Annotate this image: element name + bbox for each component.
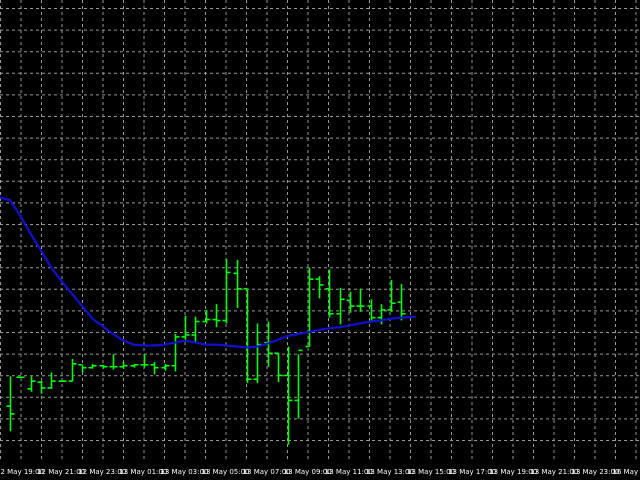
- time-axis: 12 May 19:0012 May 21:0012 May 23:0013 M…: [0, 468, 640, 476]
- price-chart[interactable]: 12 May 19:00 12 May 21:00 12 May 23:00 13 M…: [0, 0, 640, 480]
- chart-background: [0, 0, 640, 480]
- price-chart-svg: 12 May 19:0012 May 21:0012 May 23:0013 M…: [0, 0, 640, 480]
- x-tick-label: 16 May 01:00: [613, 468, 640, 476]
